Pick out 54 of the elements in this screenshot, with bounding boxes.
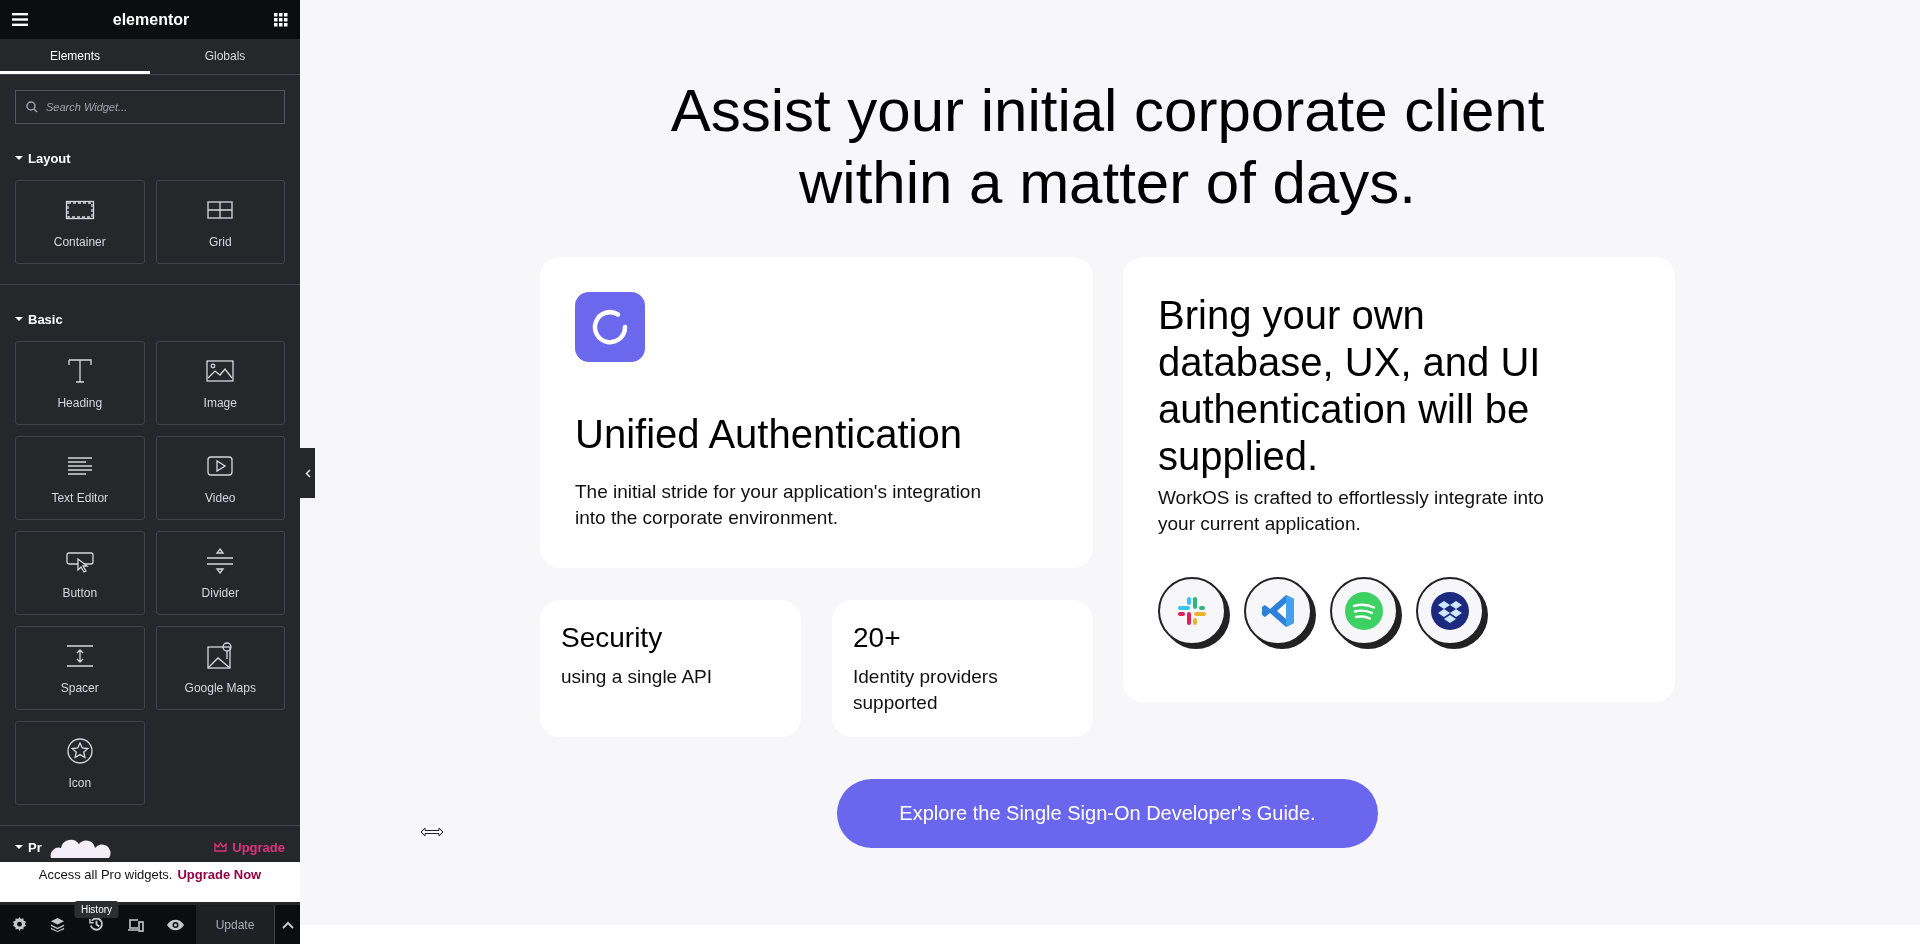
caret-down-icon[interactable] — [15, 154, 23, 162]
panel-tab[interactable]: Elements — [0, 39, 150, 74]
caret-down-icon[interactable] — [15, 315, 23, 323]
tooltip: History — [74, 901, 119, 918]
stat-text: Identity providers supported — [853, 665, 999, 715]
promo-text: Access all Pro widgets. — [38, 867, 173, 882]
caret-down-icon — [15, 843, 23, 851]
settings-icon[interactable] — [11, 917, 27, 932]
section-title[interactable]: Layout — [28, 150, 71, 166]
card-title: Bring your own database, UX, and UI authentication will be supplied. — [1158, 292, 1542, 480]
widget-tile[interactable]: Button — [15, 531, 145, 615]
history-icon[interactable] — [89, 917, 104, 932]
divider-icon — [205, 546, 236, 576]
section-title[interactable]: Basic — [28, 311, 63, 327]
stat-title: Security — [561, 622, 664, 654]
apps-grid-icon[interactable] — [274, 12, 288, 27]
menu-icon[interactable] — [12, 13, 28, 26]
widget-tile[interactable]: Google Maps — [155, 626, 285, 710]
section-title[interactable]: Pr — [28, 839, 42, 855]
upgrade-now-link[interactable]: Upgrade Now — [177, 867, 262, 882]
collapse-panel-button[interactable] — [300, 448, 315, 498]
stat-text: using a single API — [561, 665, 714, 689]
app-logo: elementor — [112, 10, 190, 29]
card-title: Unified Authentication — [575, 412, 963, 457]
eye-icon[interactable] — [167, 918, 185, 931]
spotify-logo-icon — [1345, 592, 1383, 630]
widget-tile[interactable]: Video — [155, 436, 285, 520]
resize-cursor-icon — [420, 827, 444, 837]
widget-tile[interactable]: Image — [155, 341, 285, 425]
dropbox-logo-icon — [1431, 592, 1469, 630]
code-editor-logo-icon — [1260, 593, 1296, 629]
widget-tile[interactable]: Heading — [15, 341, 145, 425]
page-headline: Assist your initial corporate client within a matter of days. — [669, 76, 1546, 218]
chevron-left-icon — [304, 468, 311, 478]
widget-tile[interactable]: Spacer — [15, 626, 145, 710]
card-text: The initial stride for your application's integration into the corporate environment. — [575, 480, 982, 530]
widget-tile[interactable]: Grid — [155, 180, 285, 264]
widget-tile[interactable]: Text Editor — [15, 436, 145, 520]
slack-logo-icon — [1176, 595, 1208, 627]
widget-tile[interactable]: Icon — [15, 721, 145, 805]
widget-tile[interactable]: Divider — [155, 531, 285, 615]
stat-title: 20+ — [853, 622, 902, 654]
crown-icon — [214, 842, 228, 852]
search-field[interactable]: Search Widget... — [15, 90, 285, 124]
chevron-up-icon — [281, 920, 294, 929]
update-button[interactable]: Update — [196, 905, 274, 944]
layers-icon[interactable] — [50, 917, 66, 932]
panel-tab[interactable]: Globals — [150, 39, 300, 74]
guide-button[interactable]: Explore the Single Sign-On Developer's Guide. — [837, 779, 1378, 848]
search-icon — [26, 101, 38, 113]
loading-ring-icon — [575, 292, 645, 362]
widget-tile[interactable]: Container — [15, 180, 145, 264]
card-text: WorkOS is crafted to effortlessly integrate into your current application. — [1158, 486, 1545, 536]
responsive-devices-icon[interactable] — [127, 917, 144, 932]
